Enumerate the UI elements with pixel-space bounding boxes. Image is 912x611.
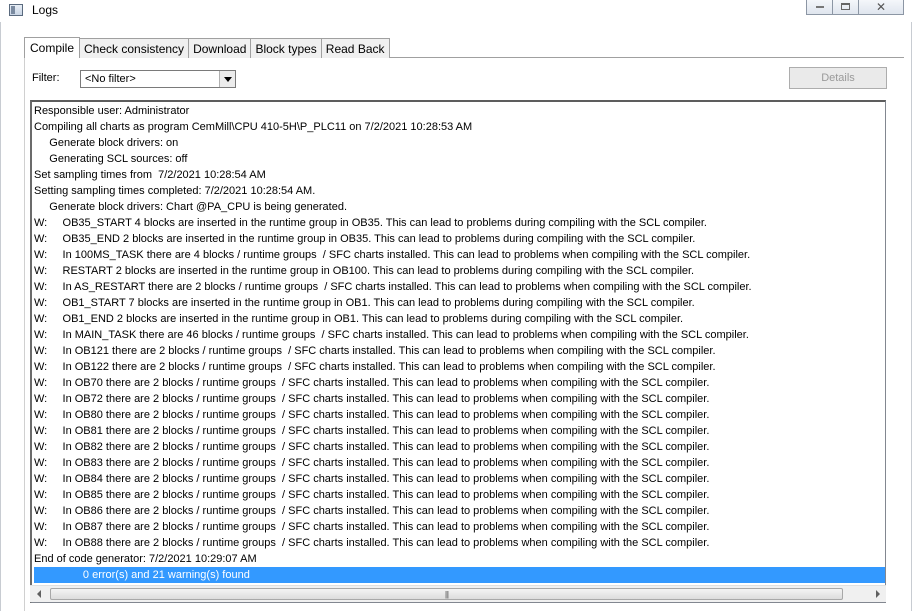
log-line[interactable]: W: In 100MS_TASK there are 4 blocks / ru…	[34, 247, 885, 263]
log-line[interactable]: W: In AS_RESTART there are 2 blocks / ru…	[34, 279, 885, 295]
log-line[interactable]: W: In OB86 there are 2 blocks / runtime …	[34, 503, 885, 519]
log-line[interactable]: Generate block drivers: Chart @PA_CPU is…	[34, 199, 885, 215]
log-line[interactable]: Generate block drivers: on	[34, 135, 885, 151]
log-line[interactable]: End of code generator: 7/2/2021 10:29:07…	[34, 551, 885, 567]
log-line[interactable]: W: In OB121 there are 2 blocks / runtime…	[34, 343, 885, 359]
tab-read-back[interactable]: Read Back	[321, 38, 390, 58]
log-line[interactable]: W: In OB80 there are 2 blocks / runtime …	[34, 407, 885, 423]
log-line[interactable]: W: RESTART 2 blocks are inserted in the …	[34, 263, 885, 279]
log-line[interactable]: W: In OB83 there are 2 blocks / runtime …	[34, 455, 885, 471]
minimize-button[interactable]	[806, 0, 832, 15]
log-line[interactable]: W: OB35_START 4 blocks are inserted in t…	[34, 215, 885, 231]
window-icon	[9, 4, 23, 16]
log-line[interactable]: Setting sampling times completed: 7/2/20…	[34, 183, 885, 199]
log-lines: Responsible user: Administrator Compiling…	[34, 103, 885, 583]
scroll-right-button[interactable]	[869, 586, 886, 602]
title-bar[interactable]: Logs	[0, 0, 912, 22]
log-line[interactable]: W: In MAIN_TASK there are 46 blocks / ru…	[34, 327, 885, 343]
log-list[interactable]: Responsible user: Administrator Compiling…	[30, 100, 886, 603]
log-line[interactable]: W: OB1_END 2 blocks are inserted in the …	[34, 311, 885, 327]
log-line[interactable]: W: OB35_END 2 blocks are inserted in the…	[34, 231, 885, 247]
scroll-left-button[interactable]	[30, 586, 47, 602]
log-line[interactable]: W: OB1_START 7 blocks are inserted in th…	[34, 295, 885, 311]
scroll-right-arrow-icon	[875, 590, 880, 598]
close-button[interactable]: ✕	[858, 0, 904, 15]
tab-check-consistency[interactable]: Check consistency	[80, 38, 190, 58]
maximize-icon	[841, 3, 850, 10]
filter-dropdown[interactable]: <No filter>	[80, 70, 236, 88]
log-line[interactable]: W: In OB122 there are 2 blocks / runtime…	[34, 359, 885, 375]
scrollbar-thumb[interactable]: |||	[50, 588, 843, 600]
window-frame-left	[0, 22, 1, 611]
log-line[interactable]: Set sampling times from 7/2/2021 10:28:5…	[34, 167, 885, 183]
tab-download[interactable]: Download	[189, 38, 252, 58]
dropdown-button[interactable]	[219, 71, 235, 87]
log-line[interactable]: Responsible user: Administrator	[34, 103, 885, 119]
details-button[interactable]: Details	[789, 67, 887, 89]
log-line[interactable]: W: In OB72 there are 2 blocks / runtime …	[34, 391, 885, 407]
window-title: Logs	[32, 3, 59, 17]
log-line-selected[interactable]: 0 error(s) and 21 warning(s) found	[34, 567, 885, 583]
horizontal-scrollbar[interactable]: |||	[30, 585, 886, 602]
log-line[interactable]: W: In OB85 there are 2 blocks / runtime …	[34, 487, 885, 503]
grip-icon: |||	[444, 589, 449, 599]
log-line[interactable]: W: In OB81 there are 2 blocks / runtime …	[34, 423, 885, 439]
minimize-icon	[815, 5, 824, 8]
log-line[interactable]: Compiling all charts as program CemMill\…	[34, 119, 885, 135]
log-line[interactable]: W: In OB87 there are 2 blocks / runtime …	[34, 519, 885, 535]
filter-label: Filter:	[32, 72, 60, 84]
filter-value: <No filter>	[85, 73, 136, 85]
close-icon: ✕	[875, 0, 887, 14]
maximize-button[interactable]	[832, 0, 858, 15]
log-line[interactable]: Generating SCL sources: off	[34, 151, 885, 167]
tab-compile[interactable]: Compile	[24, 37, 81, 58]
scroll-left-arrow-icon	[36, 590, 41, 598]
log-line[interactable]: W: In OB70 there are 2 blocks / runtime …	[34, 375, 885, 391]
log-line[interactable]: W: In OB84 there are 2 blocks / runtime …	[34, 471, 885, 487]
tab-block-types[interactable]: Block types	[251, 38, 322, 58]
chevron-down-icon	[223, 76, 232, 82]
log-line[interactable]: W: In OB82 there are 2 blocks / runtime …	[34, 439, 885, 455]
log-line[interactable]: W: In OB88 there are 2 blocks / runtime …	[34, 535, 885, 551]
tab-bar: Compile Check consistency Download Block…	[24, 37, 390, 58]
